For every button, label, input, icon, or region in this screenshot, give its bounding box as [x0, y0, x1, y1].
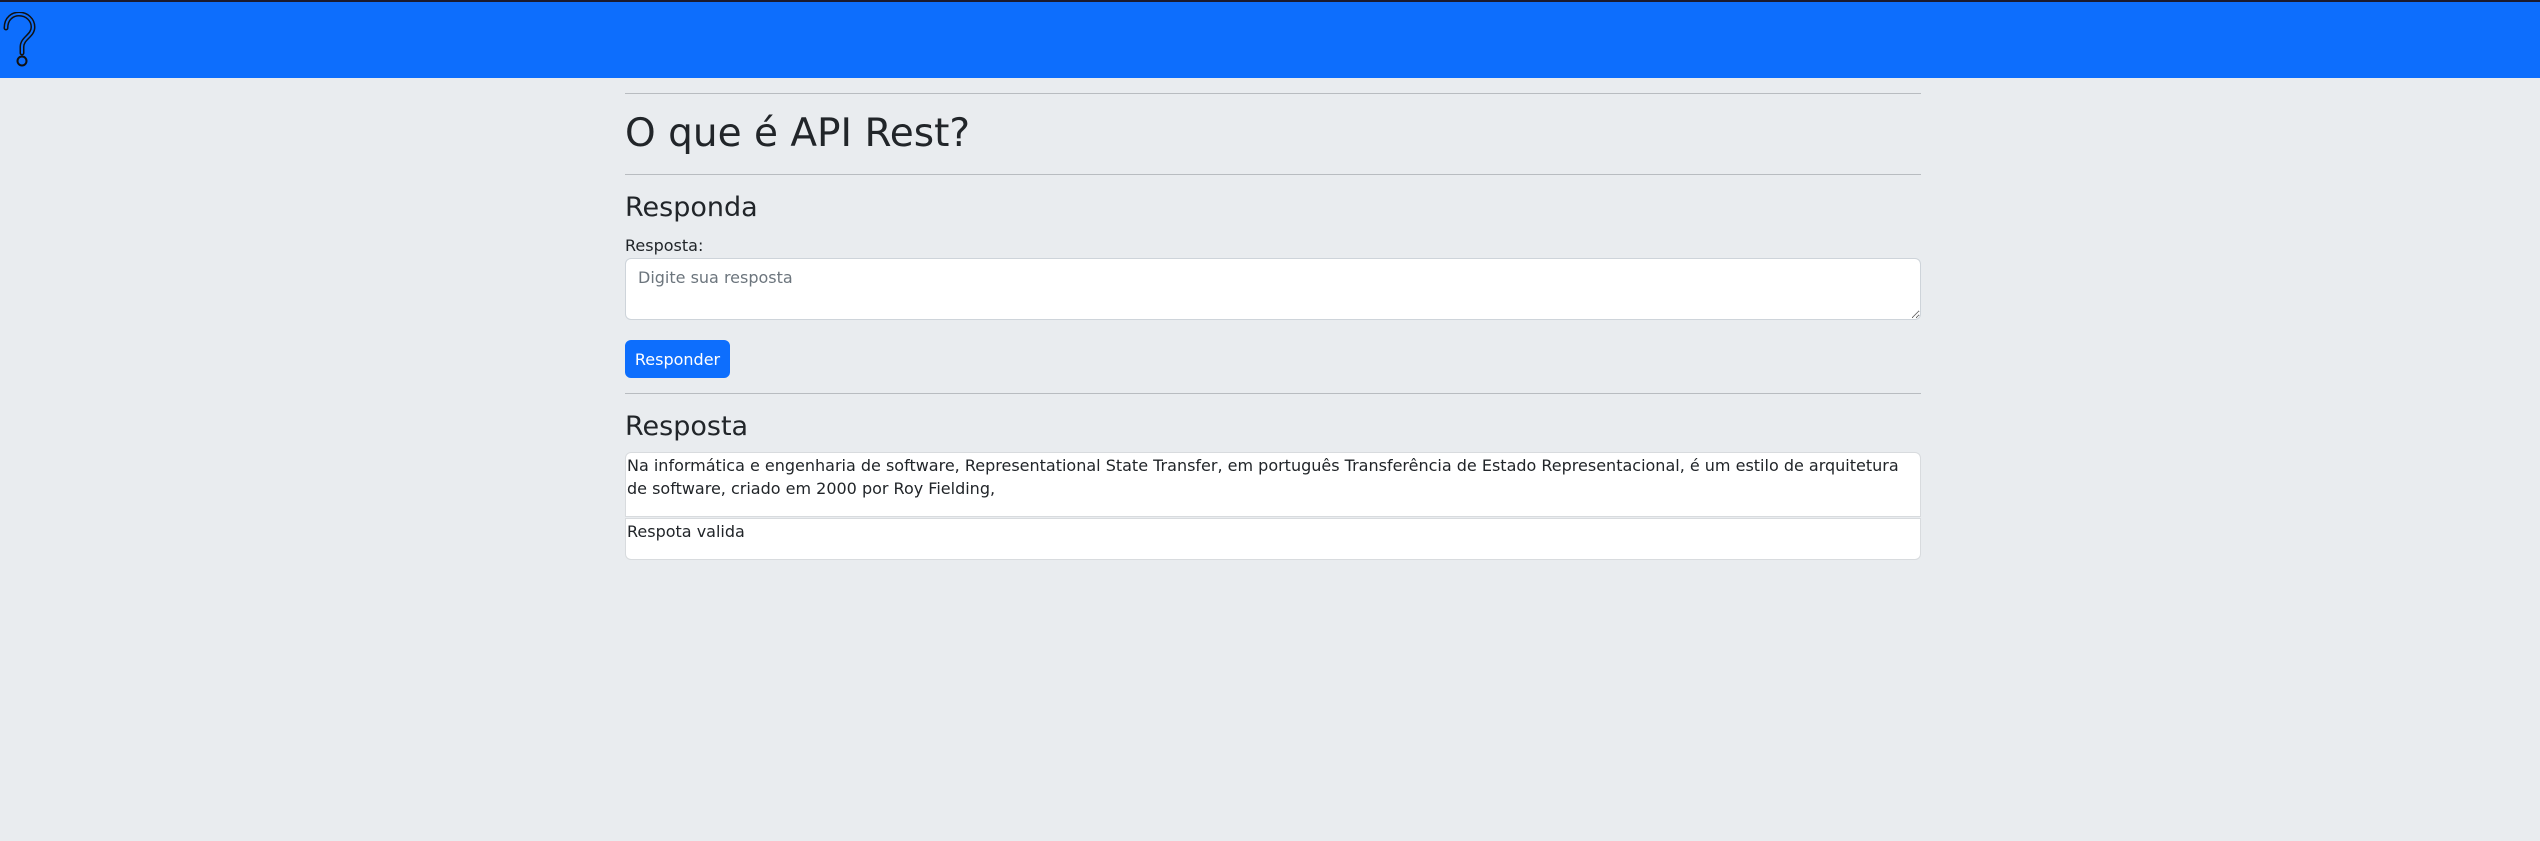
divider-answers	[625, 393, 1921, 394]
answer-item: Na informática e engenharia de software,…	[625, 452, 1921, 517]
question-title: O que é API Rest?	[625, 111, 971, 156]
question-mark-icon[interactable]	[0, 12, 38, 68]
divider-top	[625, 93, 1921, 94]
responder-button[interactable]: Responder	[625, 340, 730, 378]
answer-item: Respota valida	[625, 518, 1921, 560]
answer-form-heading: Responda	[625, 192, 758, 223]
answer-textarea[interactable]	[625, 258, 1921, 320]
divider-question	[625, 174, 1921, 175]
answers-heading: Resposta	[625, 411, 749, 442]
answer-field-label: Resposta:	[625, 236, 704, 255]
top-navbar	[0, 0, 2540, 78]
